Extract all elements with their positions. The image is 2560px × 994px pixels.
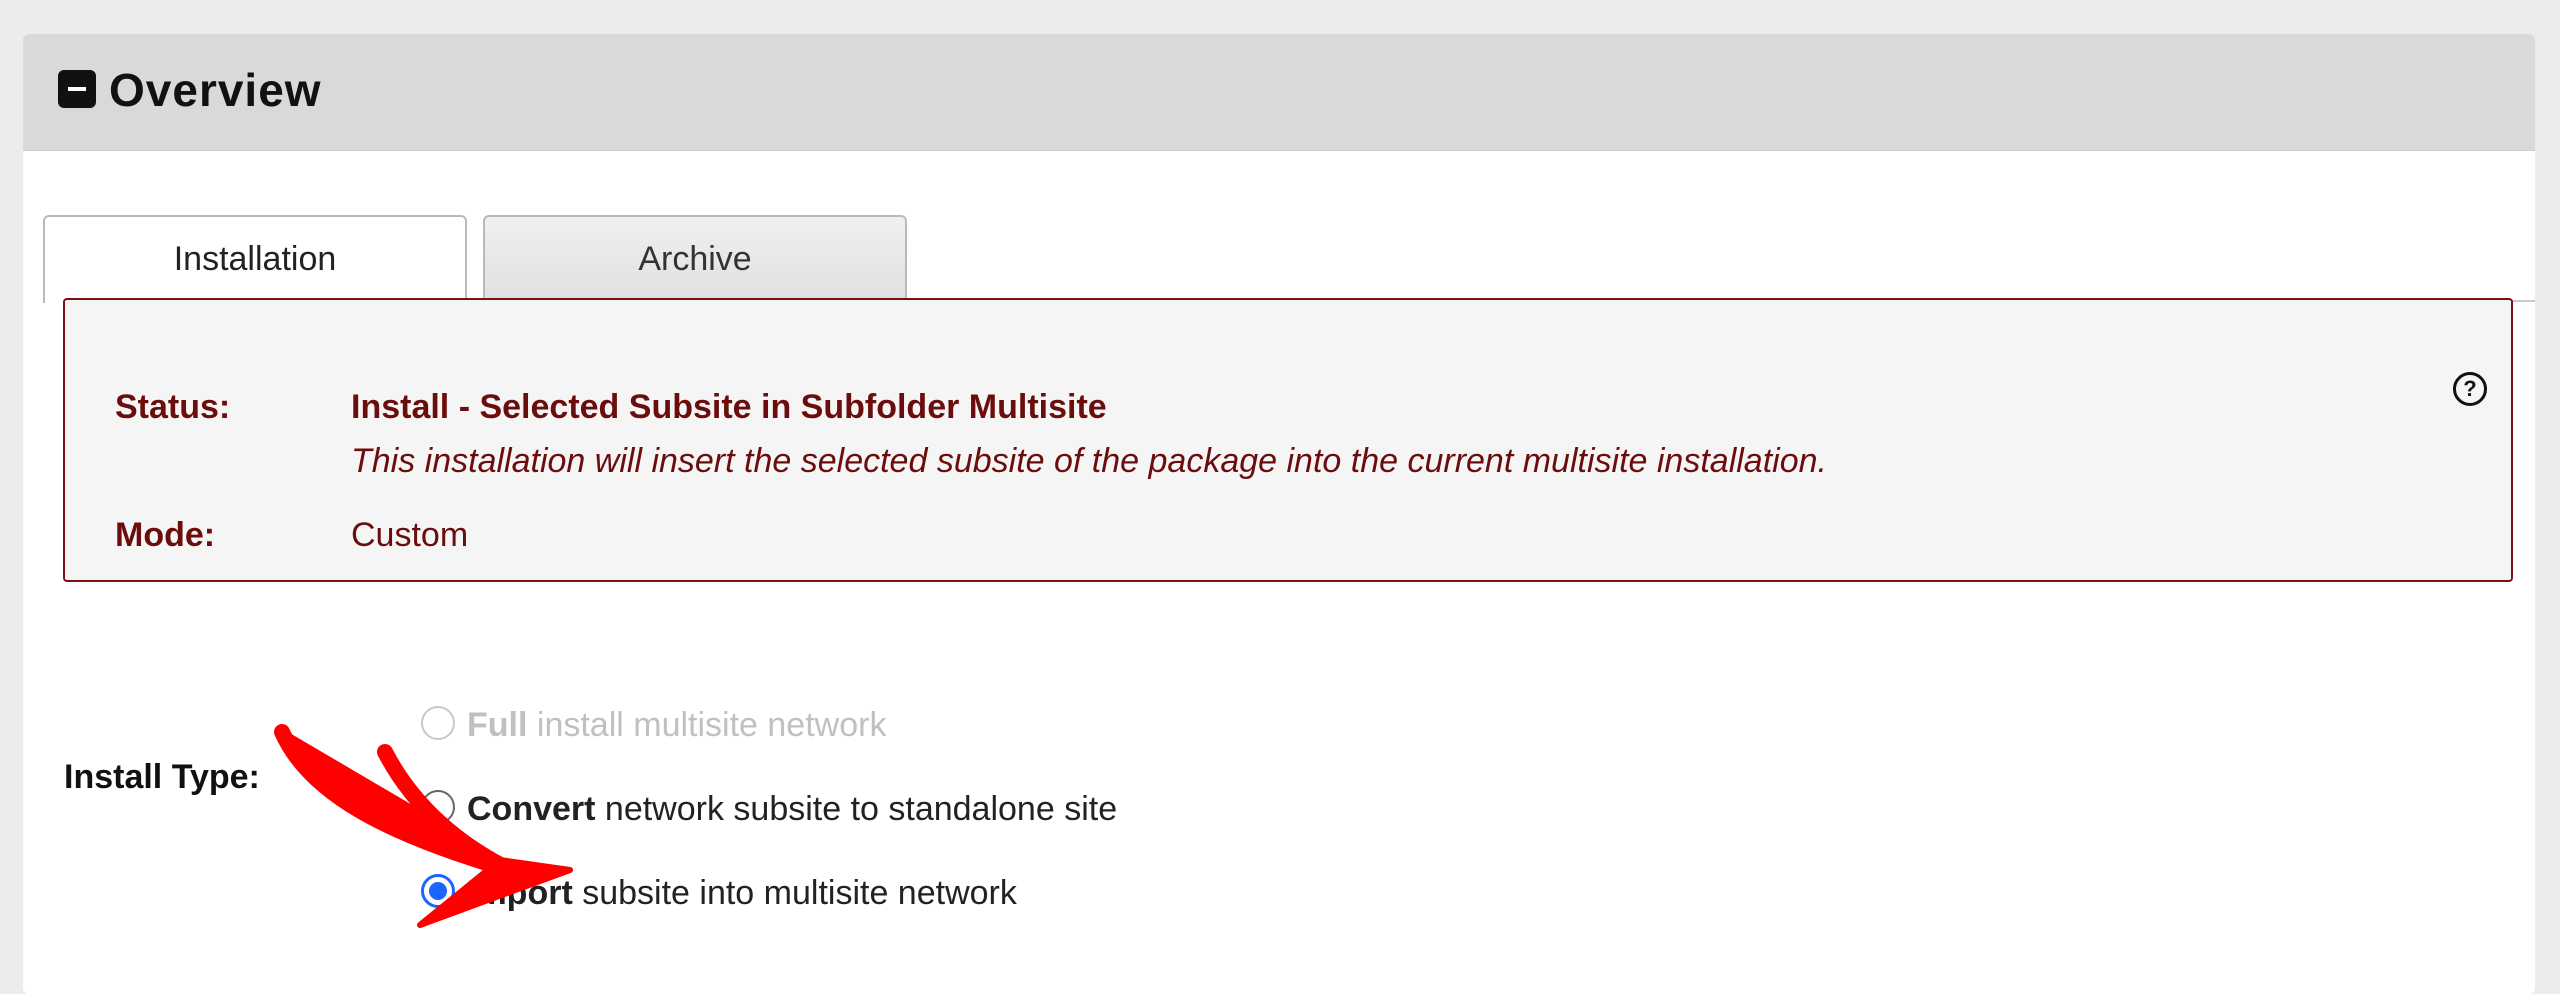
radio-convert[interactable] [421, 790, 455, 824]
status-title: Install - Selected Subsite in Subfolder … [351, 388, 1107, 426]
radio-import[interactable] [421, 874, 455, 908]
tab-installation[interactable]: Installation [43, 215, 467, 303]
option-full-rest: install multisite network [527, 706, 887, 744]
option-convert-strong: Convert [467, 790, 596, 828]
option-convert-rest: network subsite to standalone site [595, 790, 1118, 828]
mode-value: Custom [351, 516, 469, 554]
overview-panel: Overview Installation Archive Status: In… [23, 34, 2535, 994]
option-convert-label[interactable]: Convert network subsite to standalone si… [467, 790, 1117, 829]
status-description: This installation will insert the select… [351, 442, 1827, 480]
help-circle-icon[interactable]: ? [2453, 372, 2487, 406]
status-label: Status: [115, 388, 231, 426]
collapse-minus-icon[interactable] [58, 70, 96, 108]
mode-label: Mode: [115, 516, 216, 554]
radio-full [421, 706, 455, 740]
option-import-rest: subsite into multisite network [572, 874, 1017, 912]
tab-archive[interactable]: Archive [483, 215, 907, 301]
option-import-label[interactable]: Import subsite into multisite network [467, 874, 1017, 913]
panel-title: Overview [109, 64, 322, 116]
status-box: Status: Install - Selected Subsite in Su… [63, 298, 2513, 582]
option-full-label: Full install multisite network [467, 706, 886, 745]
option-import-strong: Import [467, 874, 573, 912]
install-type-label: Install Type: [64, 758, 260, 796]
option-full-strong: Full [467, 706, 528, 744]
panel-header[interactable]: Overview [23, 34, 2535, 151]
